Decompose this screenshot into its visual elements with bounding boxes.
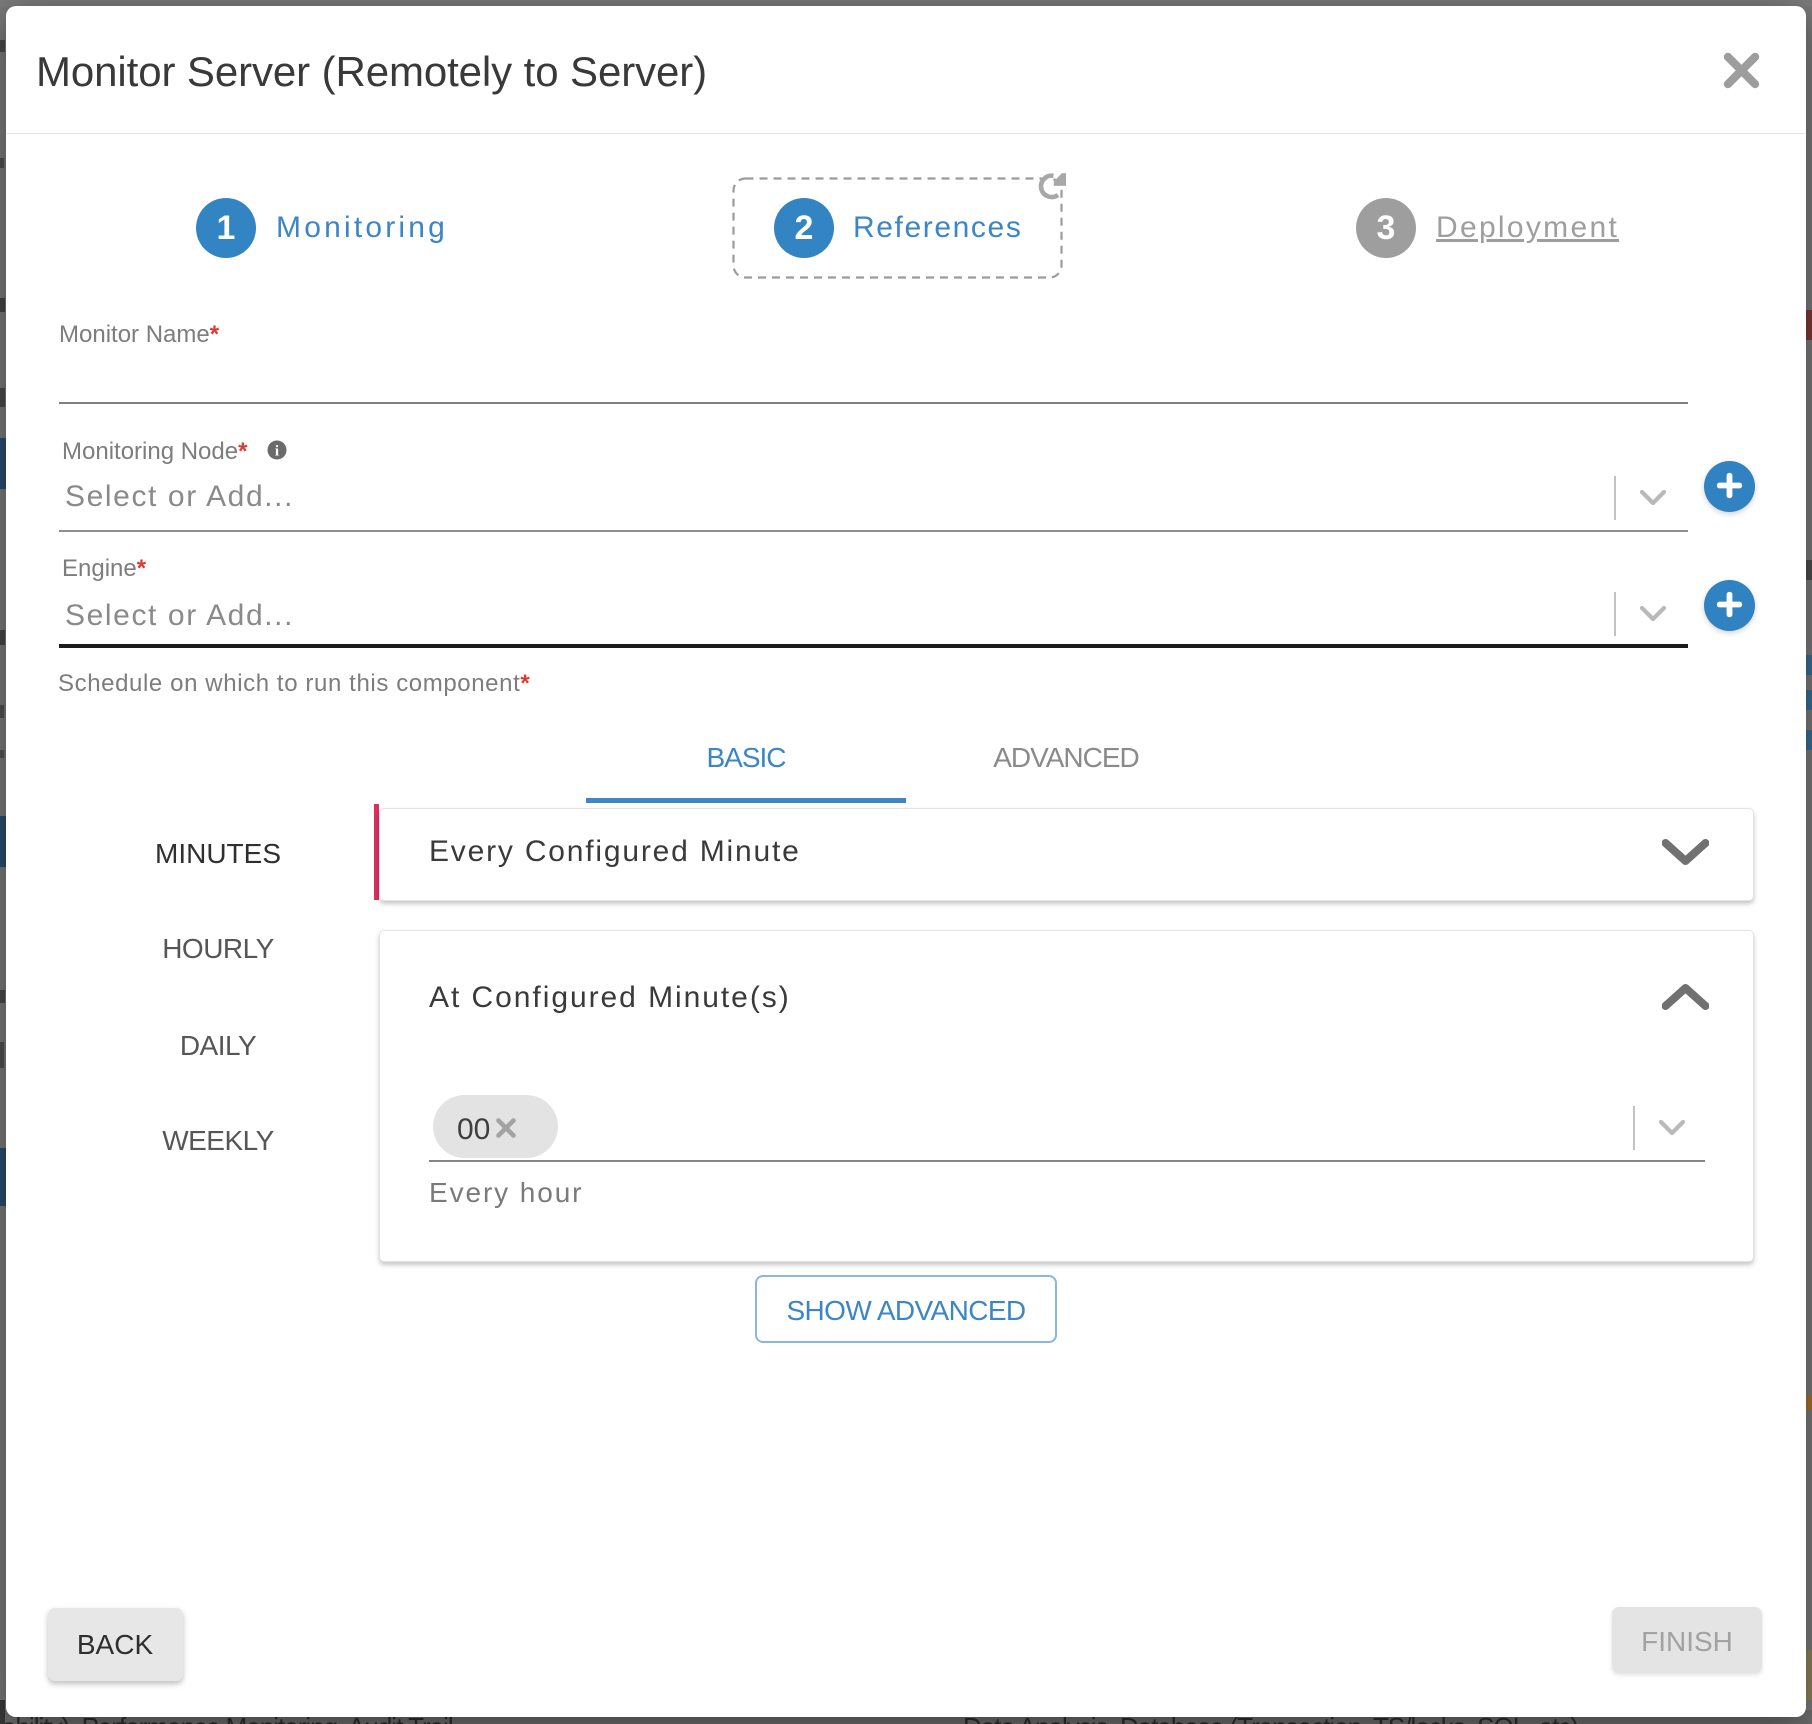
svg-text:i: i <box>275 444 279 460</box>
